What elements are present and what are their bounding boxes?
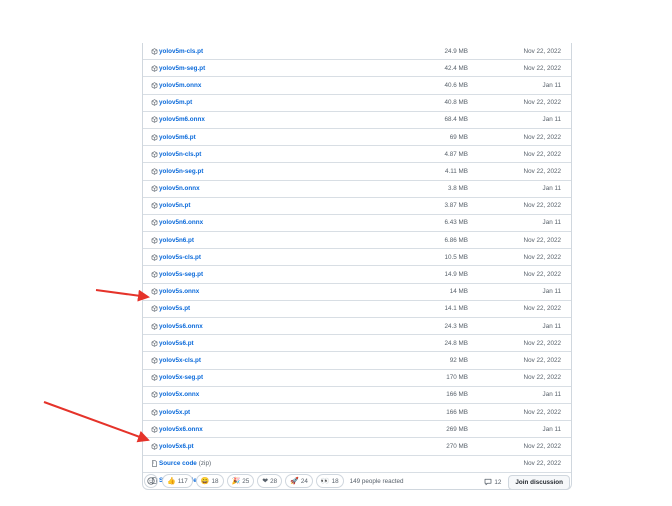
arrow-to-source-code [43,401,150,443]
arrow-to-yolov5s-pt [95,289,150,302]
annotation-arrow [43,289,150,443]
